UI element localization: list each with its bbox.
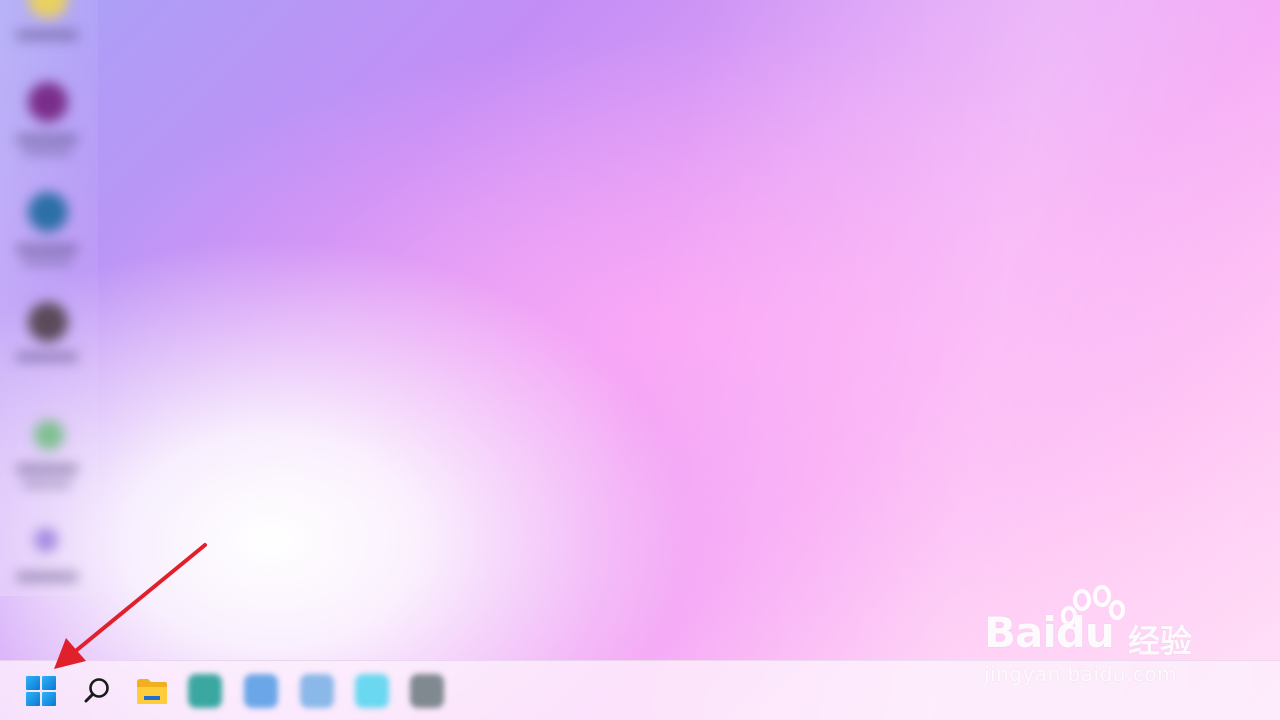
watermark-brand: Baidu xyxy=(984,608,1115,657)
desktop: Baidu 经验 jingyan.baidu.com xyxy=(0,0,1280,720)
baidu-jingyan-watermark: Baidu 经验 jingyan.baidu.com xyxy=(980,582,1220,692)
watermark-product: 经验 xyxy=(1128,622,1193,660)
watermark-url: jingyan.baidu.com xyxy=(984,662,1178,686)
